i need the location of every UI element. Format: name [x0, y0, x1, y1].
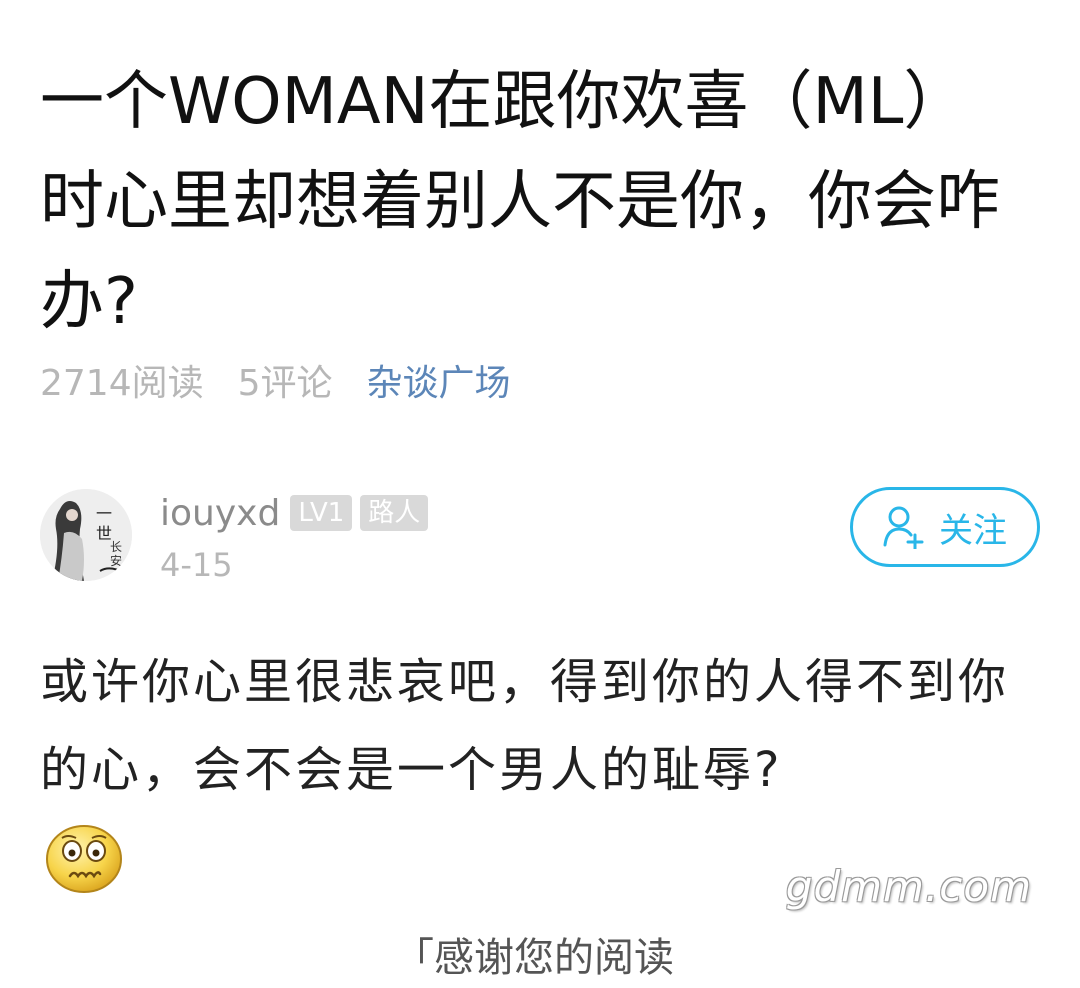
worried-face-emoji: [44, 822, 124, 894]
post-content: 或许你心里很悲哀吧，得到你的人得不到你的心，会不会是一个男人的耻辱?: [40, 654, 1010, 798]
post-date: 4-15: [160, 546, 233, 584]
svg-text:安: 安: [110, 553, 122, 568]
category-link[interactable]: 杂谈广场: [367, 363, 511, 404]
watermark: gdmm.com: [785, 862, 1032, 911]
level-badge: LV1: [290, 495, 353, 531]
footer-thanks-partial: 「感谢您的阅读: [394, 935, 674, 981]
comment-count[interactable]: 5评论: [238, 363, 333, 404]
avatar-image: 一 世 长 安: [40, 489, 132, 581]
post-meta: 2714阅读 5评论 杂谈广场: [40, 356, 511, 412]
rank-badge: 路人: [360, 495, 429, 531]
post-title: 一个WOMAN在跟你欢喜（ML）时心里却想着别人不是你，你会咋办?: [40, 65, 1000, 339]
username-row: iouyxd LV1 路人: [160, 487, 436, 539]
username[interactable]: iouyxd: [160, 493, 280, 534]
svg-text:一: 一: [96, 504, 112, 523]
svg-text:长: 长: [110, 540, 122, 554]
add-user-icon: [883, 506, 924, 549]
follow-button[interactable]: 关注: [850, 487, 1040, 567]
follow-label: 关注: [939, 510, 1007, 551]
read-count: 2714阅读: [40, 363, 204, 404]
author-row: 一 世 长 安 iouyxd LV1 路人 4-15 关注: [40, 487, 1040, 587]
avatar[interactable]: 一 世 长 安: [40, 489, 132, 581]
worried-face-icon: [46, 825, 122, 893]
